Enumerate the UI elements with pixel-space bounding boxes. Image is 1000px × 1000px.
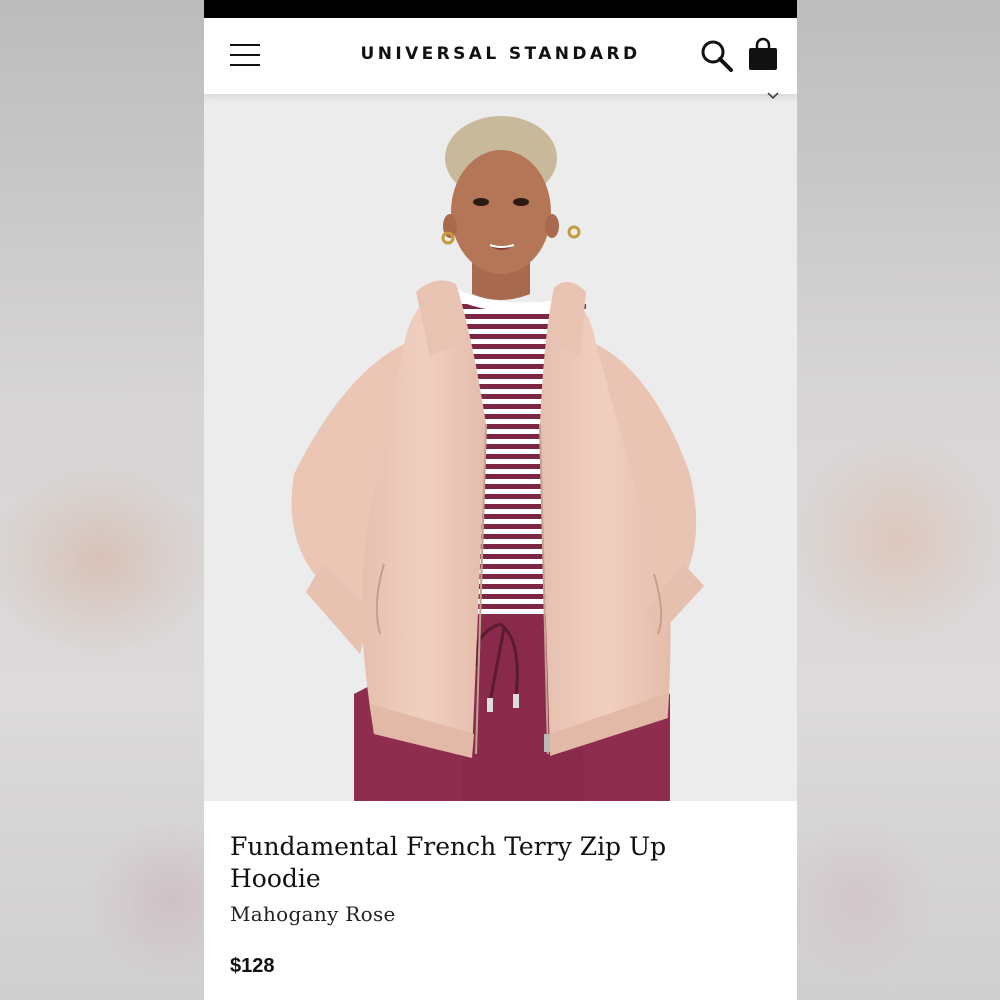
product-image[interactable] <box>204 94 797 801</box>
search-icon <box>701 40 733 72</box>
shopping-bag-icon <box>749 37 777 70</box>
brand-logo[interactable]: UNIVERSAL STANDARD <box>324 44 677 64</box>
blurred-backdrop-right <box>797 0 1000 1000</box>
chevron-down-icon[interactable] <box>765 90 781 102</box>
product-color: Mahogany Rose <box>230 902 396 926</box>
menu-line <box>230 64 260 66</box>
menu-line <box>230 54 260 56</box>
product-info: Fundamental French Terry Zip Up Hoodie M… <box>204 801 797 1000</box>
model-photo <box>204 94 797 801</box>
status-bar <box>204 0 797 18</box>
menu-button[interactable] <box>228 42 262 68</box>
cart-button[interactable] <box>745 36 781 72</box>
search-button[interactable] <box>699 38 735 74</box>
blurred-backdrop-left <box>0 0 204 1000</box>
site-header: UNIVERSAL STANDARD <box>204 18 797 94</box>
hamburger-menu-icon <box>230 44 260 46</box>
product-price: $128 <box>230 955 275 977</box>
product-title[interactable]: Fundamental French Terry Zip Up Hoodie <box>230 831 670 895</box>
phone-screen: UNIVERSAL STANDARD Fundamental French Te… <box>204 0 797 1000</box>
